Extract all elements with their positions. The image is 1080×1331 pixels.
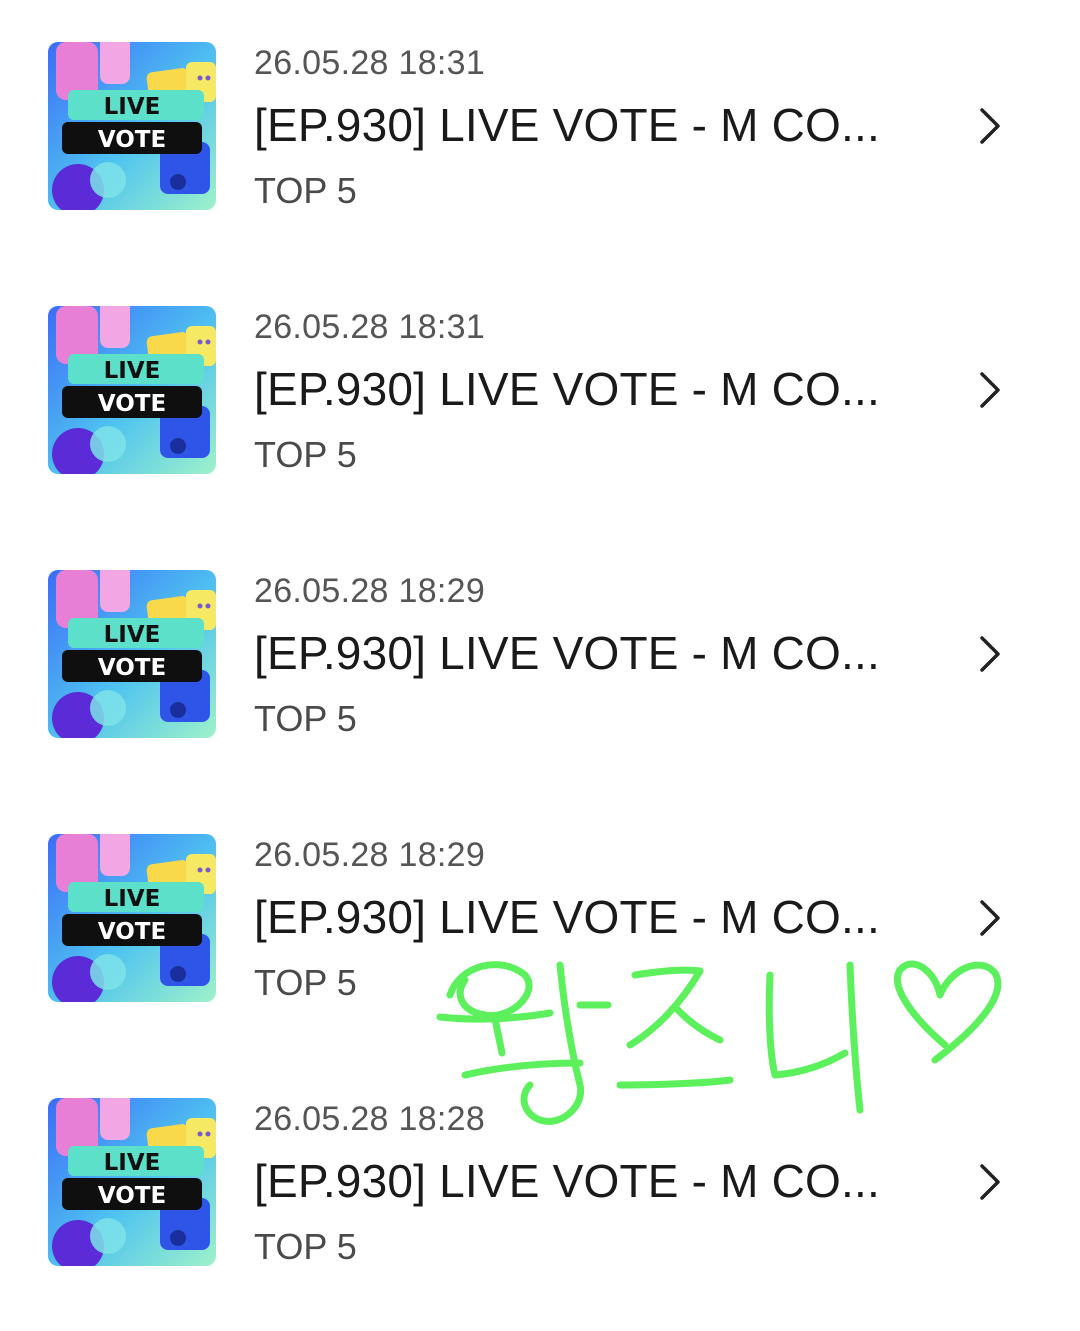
live-vote-thumbnail-icon: LIVE VOTE (48, 1098, 216, 1266)
item-title: [EP.930] LIVE VOTE - M CO... (254, 363, 880, 415)
thumbnail-line2: VOTE (98, 1183, 166, 1209)
live-vote-thumbnail-icon: LIVE VOTE (48, 306, 216, 474)
item-date: 26.05.28 18:29 (254, 572, 486, 610)
thumbnail-line2: VOTE (98, 919, 166, 945)
list-item[interactable]: LIVE VOTE 26.05.28 18:29 [EP.930] LIVE V… (0, 570, 1080, 760)
chevron-right-icon[interactable] (970, 104, 1010, 148)
item-title: [EP.930] LIVE VOTE - M CO... (254, 1155, 880, 1207)
live-vote-thumbnail-icon: LIVE VOTE (48, 42, 216, 210)
thumbnail-line1: LIVE (104, 622, 161, 648)
thumbnail-line1: LIVE (104, 94, 161, 120)
item-subtitle: TOP 5 (254, 434, 357, 475)
thumbnail-line1: LIVE (104, 1150, 161, 1176)
item-title: [EP.930] LIVE VOTE - M CO... (254, 891, 880, 943)
chevron-right-icon[interactable] (970, 632, 1010, 676)
item-subtitle: TOP 5 (254, 698, 357, 739)
item-date: 26.05.28 18:29 (254, 836, 486, 874)
live-vote-thumbnail-icon: LIVE VOTE (48, 834, 216, 1002)
thumbnail-line2: VOTE (98, 127, 166, 153)
chevron-right-icon[interactable] (970, 1160, 1010, 1204)
item-subtitle: TOP 5 (254, 962, 357, 1003)
list-item[interactable]: LIVE VOTE 26.05.28 18:31 [EP.930] LIVE V… (0, 42, 1080, 232)
list-item[interactable]: LIVE VOTE 26.05.28 18:31 [EP.930] LIVE V… (0, 306, 1080, 496)
item-date: 26.05.28 18:31 (254, 44, 486, 82)
vote-history-page: LIVE VOTE 26.05.28 18:31 [EP.930] LIVE V… (0, 0, 1080, 1331)
chevron-right-icon[interactable] (970, 368, 1010, 412)
item-title: [EP.930] LIVE VOTE - M CO... (254, 99, 880, 151)
live-vote-thumbnail-icon: LIVE VOTE (48, 570, 216, 738)
thumbnail-line1: LIVE (104, 358, 161, 384)
thumbnail-line1: LIVE (104, 886, 161, 912)
thumbnail-line2: VOTE (98, 655, 166, 681)
list-item[interactable]: LIVE VOTE 26.05.28 18:28 [EP.930] LIVE V… (0, 1098, 1080, 1288)
thumbnail-line2: VOTE (98, 391, 166, 417)
item-date: 26.05.28 18:28 (254, 1100, 486, 1138)
item-title: [EP.930] LIVE VOTE - M CO... (254, 627, 880, 679)
list-item[interactable]: LIVE VOTE 26.05.28 18:29 [EP.930] LIVE V… (0, 834, 1080, 1024)
item-subtitle: TOP 5 (254, 1226, 357, 1267)
chevron-right-icon[interactable] (970, 896, 1010, 940)
item-date: 26.05.28 18:31 (254, 308, 486, 346)
item-subtitle: TOP 5 (254, 170, 357, 211)
